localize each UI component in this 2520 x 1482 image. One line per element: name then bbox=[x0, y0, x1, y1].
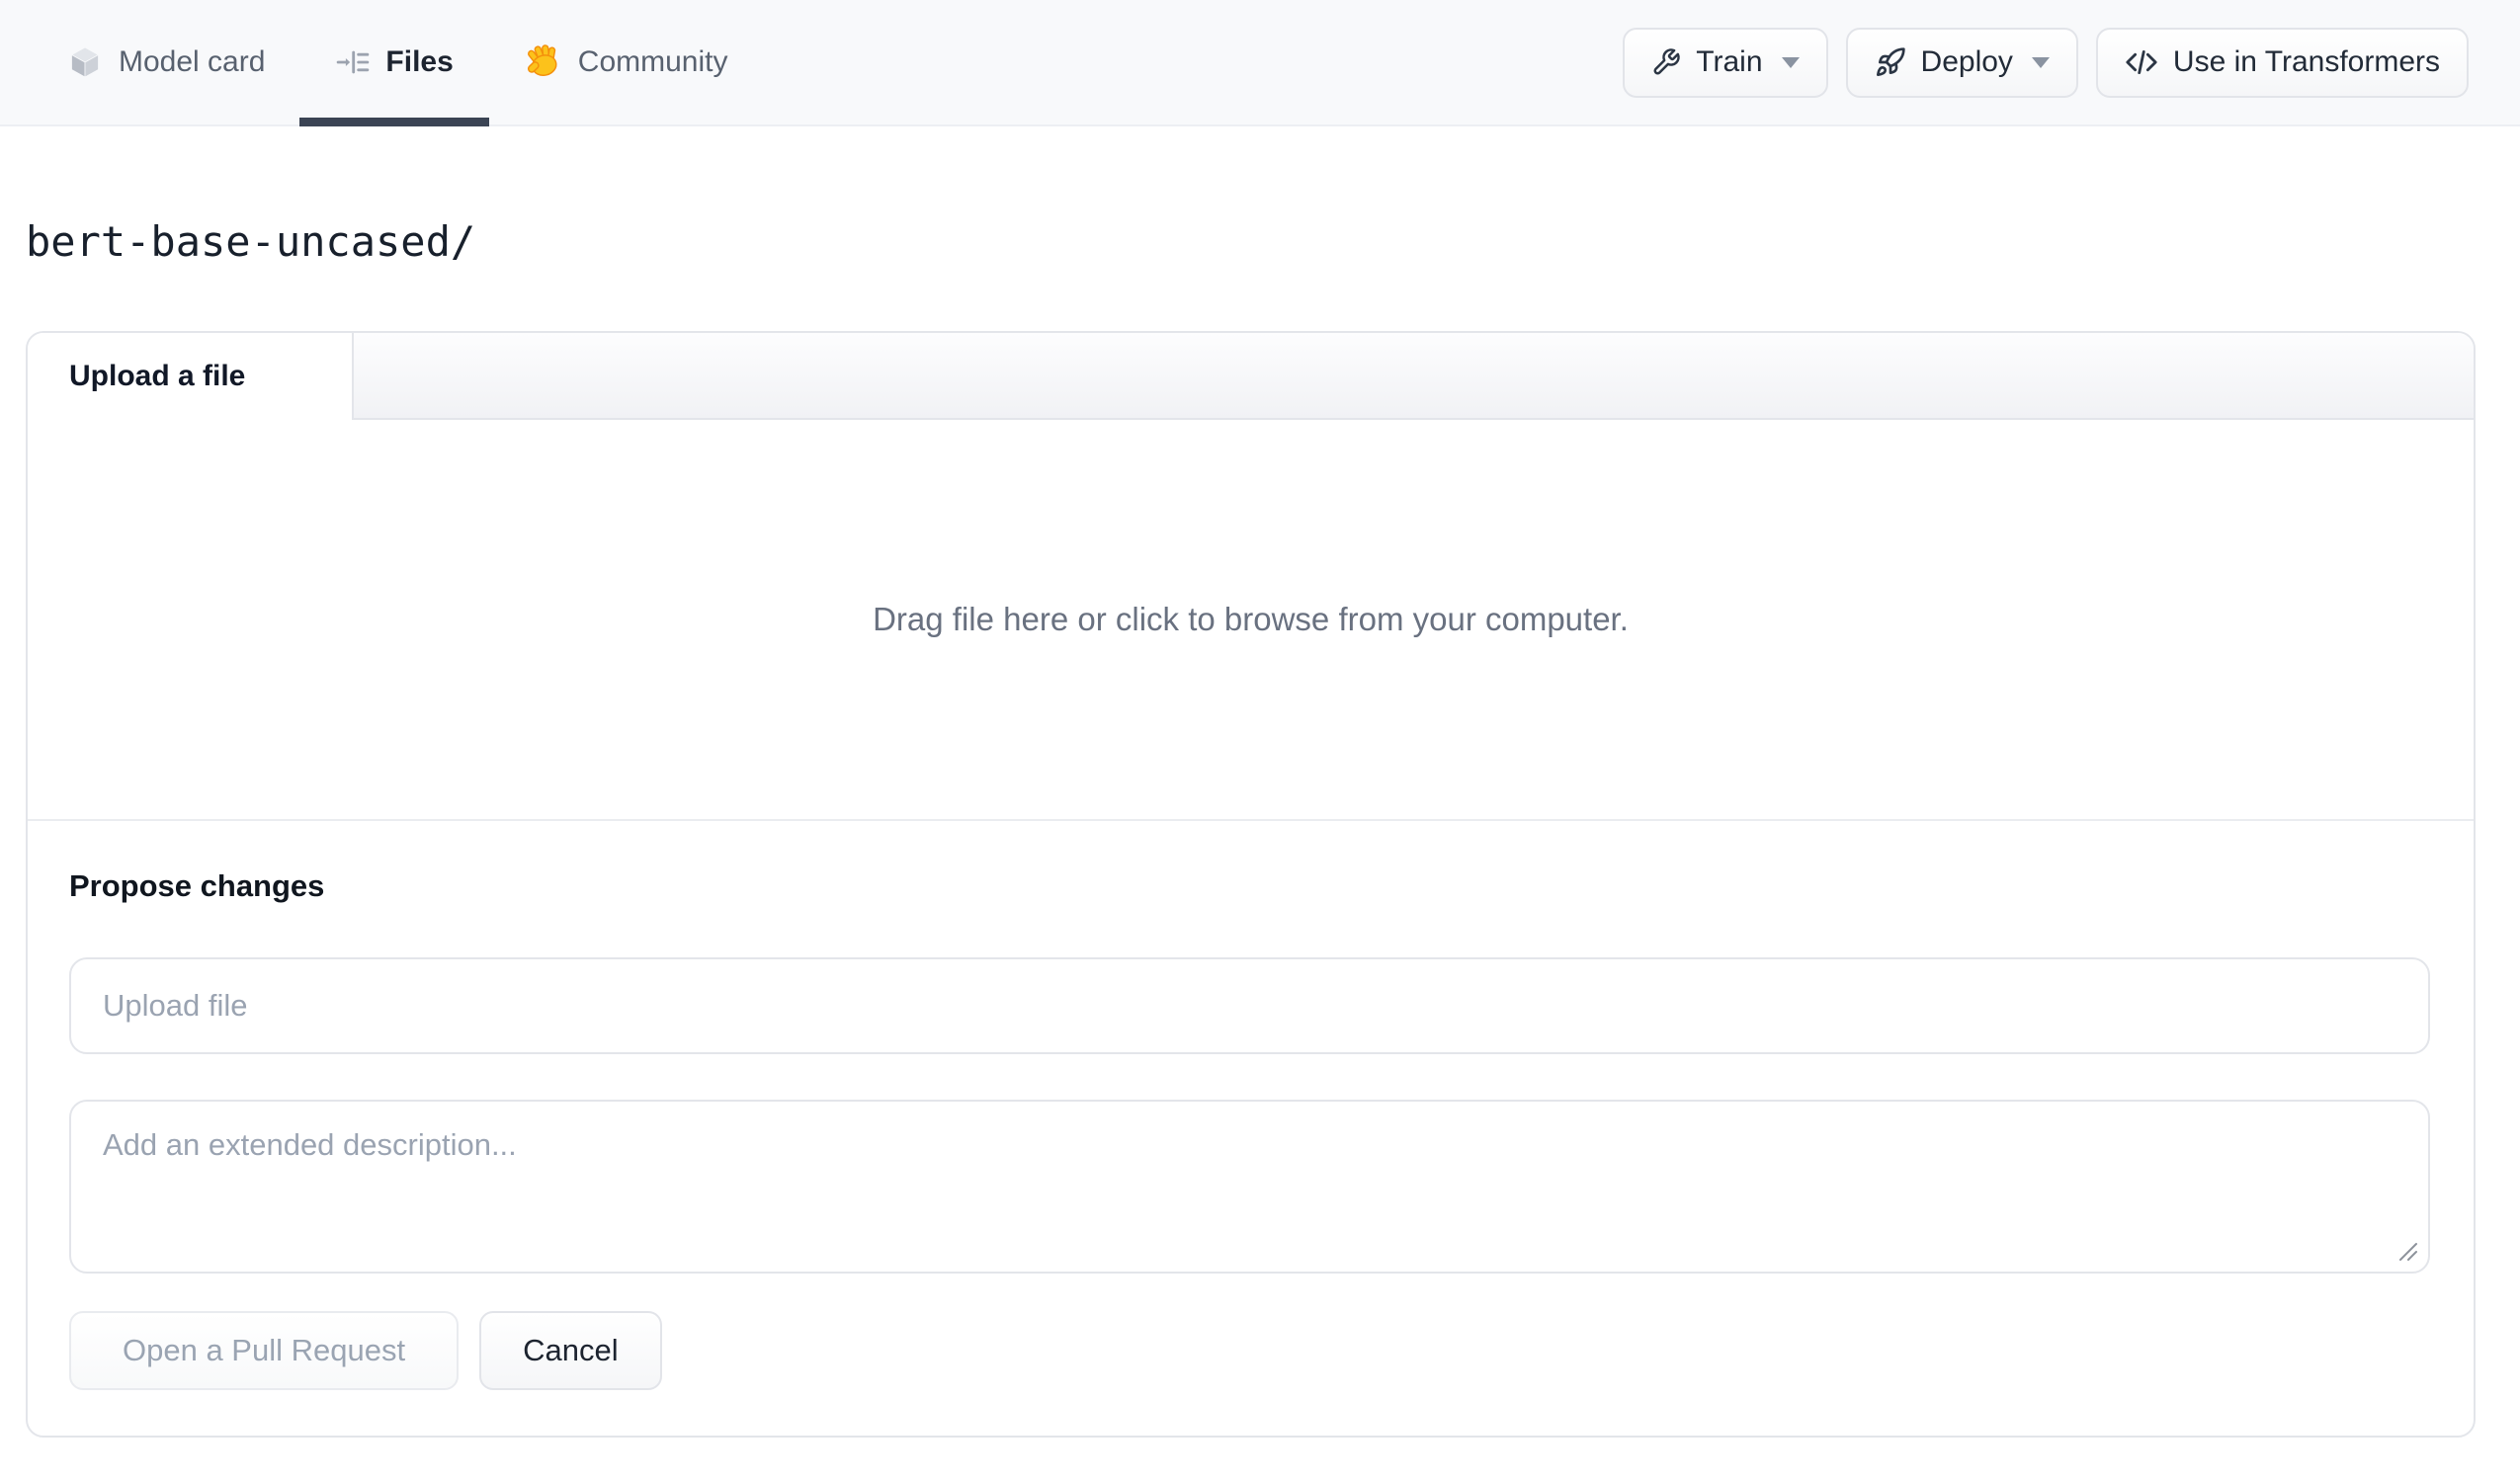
waving-hand-icon bbox=[525, 43, 562, 81]
upload-card-tab-row: Upload a file bbox=[28, 333, 2474, 420]
cancel-button[interactable]: Cancel bbox=[479, 1311, 662, 1390]
use-in-transformers-label: Use in Transformers bbox=[2172, 45, 2440, 78]
propose-buttons-row: Open a Pull Request Cancel bbox=[69, 1311, 2430, 1390]
active-tab-underline bbox=[299, 118, 489, 126]
tab-row-filler bbox=[354, 333, 2474, 420]
chevron-down-icon bbox=[2031, 56, 2050, 68]
file-versions-icon bbox=[336, 45, 370, 79]
tab-upload-a-file-label: Upload a file bbox=[69, 360, 246, 392]
repo-action-buttons: Train Deploy Use in Transformers bbox=[1623, 0, 2469, 124]
breadcrumb[interactable]: bert-base-uncased/ bbox=[26, 217, 2520, 266]
tab-community[interactable]: Community bbox=[525, 0, 728, 124]
train-button[interactable]: Train bbox=[1623, 27, 1828, 98]
wrench-icon bbox=[1651, 47, 1681, 77]
tab-upload-a-file[interactable]: Upload a file bbox=[28, 333, 354, 420]
upload-file-card: Upload a file Drag file here or click to… bbox=[26, 331, 2476, 1438]
repo-tab-list: Model card Files Community bbox=[67, 0, 728, 126]
tab-model-card[interactable]: Model card bbox=[67, 0, 265, 124]
file-dropzone[interactable]: Drag file here or click to browse from y… bbox=[28, 420, 2474, 819]
repo-navbar: Model card Files Community Train Deploy … bbox=[0, 0, 2520, 126]
chevron-down-icon bbox=[1781, 56, 1800, 68]
description-field-wrap bbox=[69, 1100, 2430, 1274]
upload-filename-input[interactable] bbox=[69, 957, 2430, 1054]
code-icon bbox=[2125, 45, 2158, 79]
propose-changes-heading: Propose changes bbox=[69, 868, 325, 903]
extended-description-textarea[interactable] bbox=[69, 1100, 2430, 1274]
use-in-transformers-button[interactable]: Use in Transformers bbox=[2095, 27, 2469, 98]
propose-changes-section: Propose changes Open a Pull Request Canc… bbox=[28, 819, 2474, 1436]
resize-handle-icon[interactable] bbox=[2394, 1238, 2418, 1262]
tab-community-label: Community bbox=[577, 45, 728, 78]
rocket-icon bbox=[1875, 46, 1906, 78]
deploy-button-label: Deploy bbox=[1920, 45, 2013, 78]
tab-files-label: Files bbox=[385, 45, 454, 78]
tab-files[interactable]: Files bbox=[299, 0, 489, 126]
deploy-button[interactable]: Deploy bbox=[1845, 27, 2078, 98]
tab-model-card-label: Model card bbox=[119, 45, 266, 78]
cube-icon bbox=[67, 44, 103, 80]
dropzone-hint-text: Drag file here or click to browse from y… bbox=[873, 601, 1629, 637]
open-pull-request-button[interactable]: Open a Pull Request bbox=[69, 1311, 460, 1390]
train-button-label: Train bbox=[1696, 45, 1763, 78]
